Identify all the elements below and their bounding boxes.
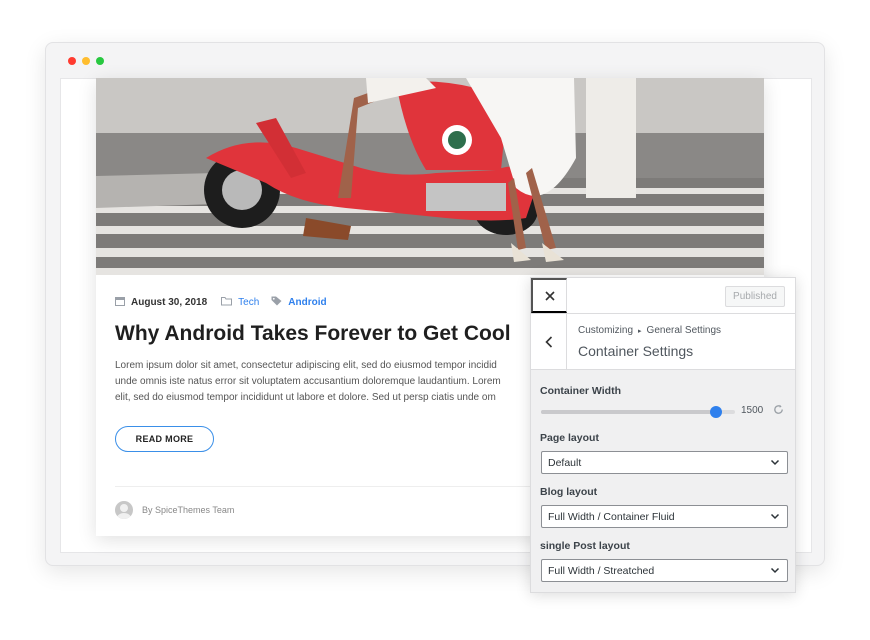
post-meta: August 30, 2018 Tech Android [115, 296, 327, 309]
author-name[interactable]: By SpiceThemes Team [142, 505, 234, 515]
post-author: By SpiceThemes Team [115, 501, 234, 519]
blog-layout-value: Full Width / Container Fluid [548, 510, 675, 523]
reset-icon[interactable] [773, 404, 784, 418]
calendar-icon [115, 296, 125, 309]
post-excerpt: Lorem ipsum dolor sit amet, consectetur … [115, 358, 555, 406]
close-customizer-button[interactable] [531, 278, 567, 313]
section-title: Container Settings [578, 343, 694, 359]
excerpt-line: Lorem ipsum dolor sit amet, consectetur … [115, 360, 497, 371]
post-category-link[interactable]: Tech [238, 297, 259, 308]
container-width-label: Container Width [540, 385, 621, 397]
minimize-window-dot[interactable] [82, 57, 90, 65]
blog-layout-label: Blog layout [540, 486, 598, 498]
chevron-down-icon [770, 567, 780, 574]
chevron-down-icon [770, 459, 780, 466]
tag-icon [271, 296, 282, 309]
post-tag-link[interactable]: Android [288, 297, 326, 308]
single-post-layout-label: single Post layout [540, 540, 630, 552]
single-post-layout-select[interactable]: Full Width / Streatched [541, 559, 788, 582]
read-more-button[interactable]: READ MORE [115, 426, 214, 452]
container-width-value: 1500 [741, 405, 764, 416]
close-icon [544, 290, 555, 301]
container-width-slider[interactable] [541, 406, 735, 418]
breadcrumb-item: Customizing [578, 325, 634, 336]
customizer-header: Published [531, 278, 795, 314]
chevron-down-icon [770, 513, 780, 520]
page-layout-value: Default [548, 456, 582, 469]
maximize-window-dot[interactable] [96, 57, 104, 65]
author-avatar [115, 501, 133, 519]
excerpt-line: elit, sed do eiusmod tempor incididunt u… [115, 392, 496, 403]
folder-icon [221, 296, 233, 309]
breadcrumb-item: General Settings [646, 325, 722, 336]
publish-button[interactable]: Published [725, 286, 785, 307]
slider-thumb[interactable] [709, 406, 722, 418]
post-hero-image[interactable] [96, 78, 764, 275]
post-date[interactable]: August 30, 2018 [131, 297, 207, 308]
slider-fill [541, 410, 716, 414]
single-post-layout-value: Full Width / Streatched [548, 564, 655, 577]
post-title[interactable]: Why Android Takes Forever to Get Cool [115, 322, 511, 346]
page-layout-select[interactable]: Default [541, 451, 788, 474]
post-divider [115, 486, 535, 487]
breadcrumb: Customizing ▸ General Settings [578, 325, 721, 336]
window-controls [68, 57, 104, 65]
page-layout-label: Page layout [540, 432, 599, 444]
back-button[interactable] [531, 314, 567, 369]
chevron-left-icon [544, 335, 552, 348]
breadcrumb-separator-icon: ▸ [638, 327, 642, 335]
close-window-dot[interactable] [68, 57, 76, 65]
excerpt-line: unde omnis iste natus error sit voluptat… [115, 376, 501, 387]
blog-layout-select[interactable]: Full Width / Container Fluid [541, 505, 788, 528]
customizer-panel: Published Customizing ▸ General Settings… [530, 277, 796, 593]
customizer-section-header: Customizing ▸ General Settings Container… [531, 314, 795, 370]
